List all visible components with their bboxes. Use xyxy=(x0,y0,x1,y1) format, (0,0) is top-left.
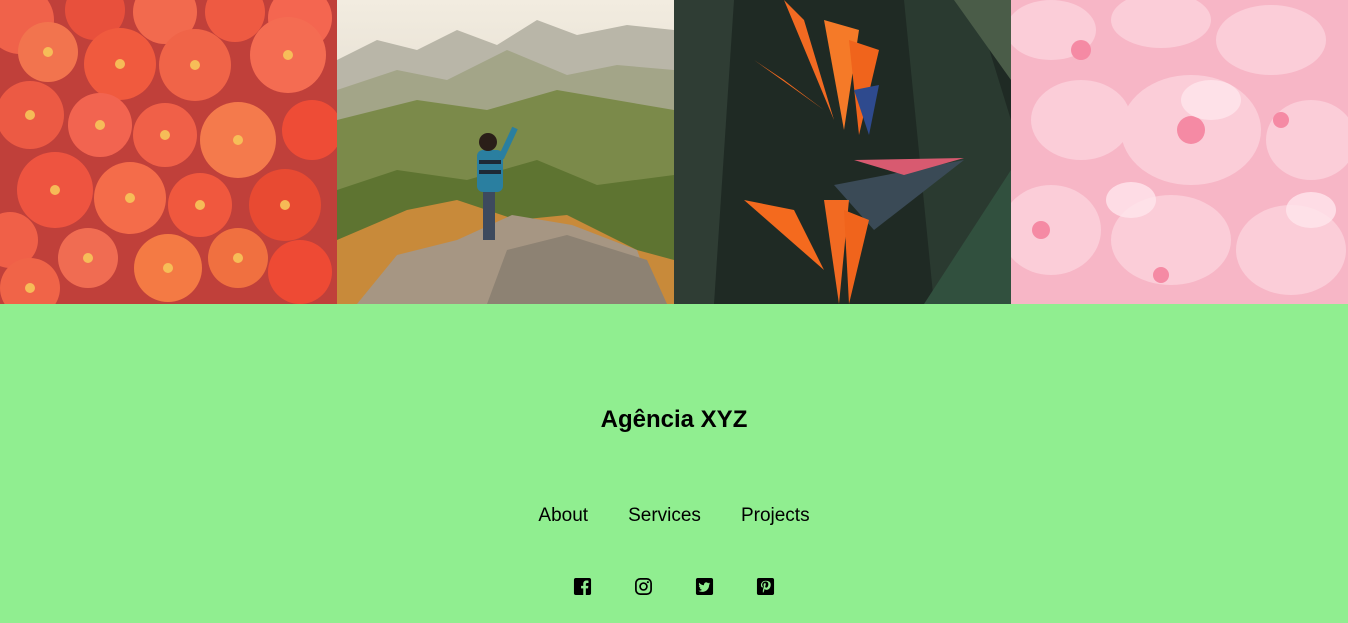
pinterest-icon xyxy=(756,577,775,596)
gallery-image-tomatoes xyxy=(0,0,337,304)
nav-link-services[interactable]: Services xyxy=(628,505,701,527)
instagram-link[interactable] xyxy=(634,577,653,596)
gallery-image-hiker xyxy=(337,0,674,304)
twitter-icon xyxy=(695,577,714,596)
site-footer: Agência XYZ About Services Projects xyxy=(0,304,1348,623)
social-links xyxy=(0,577,1348,596)
nav-link-projects[interactable]: Projects xyxy=(741,505,810,527)
image-gallery xyxy=(0,0,1348,304)
instagram-icon xyxy=(635,578,652,595)
footer-nav: About Services Projects xyxy=(0,505,1348,527)
pinterest-link[interactable] xyxy=(756,577,775,596)
gallery-image-pink-blossoms xyxy=(1011,0,1348,304)
facebook-icon xyxy=(573,577,592,596)
brand-title: Agência XYZ xyxy=(600,406,748,433)
gallery-image-bird-of-paradise xyxy=(674,0,1011,304)
nav-link-about[interactable]: About xyxy=(538,505,588,527)
twitter-link[interactable] xyxy=(695,577,714,596)
facebook-link[interactable] xyxy=(573,577,592,596)
